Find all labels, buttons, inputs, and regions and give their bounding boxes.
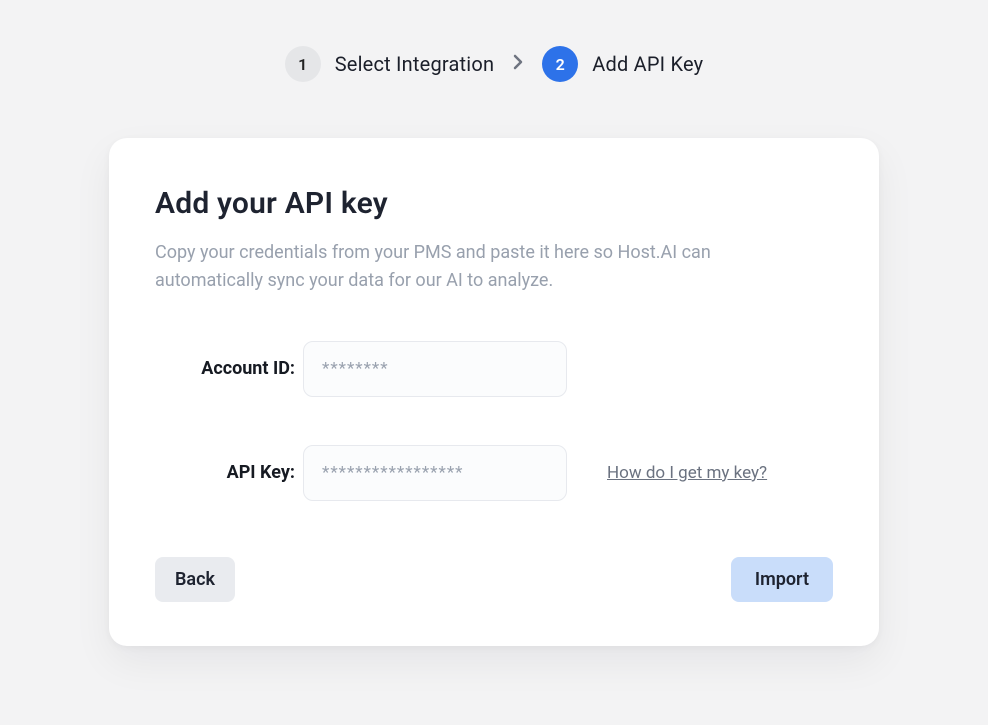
card-description: Copy your credentials from your PMS and … — [155, 239, 795, 295]
card-title: Add your API key — [155, 186, 833, 221]
api-key-input[interactable] — [303, 445, 567, 501]
how-do-i-get-key-link[interactable]: How do I get my key? — [607, 463, 767, 483]
account-id-row: Account ID: — [155, 341, 833, 397]
step-label-add-api-key: Add API Key — [592, 52, 703, 76]
back-button[interactable]: Back — [155, 557, 235, 602]
api-key-form: Account ID: API Key: How do I get my key… — [155, 341, 833, 501]
import-button[interactable]: Import — [731, 557, 833, 602]
account-id-input[interactable] — [303, 341, 567, 397]
api-key-row: API Key: How do I get my key? — [155, 445, 833, 501]
step-select-integration[interactable]: 1 Select Integration — [285, 46, 495, 82]
step-number-1: 1 — [285, 46, 321, 82]
api-key-label: API Key: — [155, 462, 295, 483]
step-label-select-integration: Select Integration — [335, 52, 495, 76]
api-key-card: Add your API key Copy your credentials f… — [109, 138, 879, 646]
step-add-api-key[interactable]: 2 Add API Key — [542, 46, 703, 82]
step-number-2: 2 — [542, 46, 578, 82]
account-id-label: Account ID: — [155, 358, 295, 379]
stepper: 1 Select Integration 2 Add API Key — [285, 46, 704, 82]
chevron-right-icon — [512, 53, 524, 75]
actions-row: Back Import — [155, 557, 833, 602]
